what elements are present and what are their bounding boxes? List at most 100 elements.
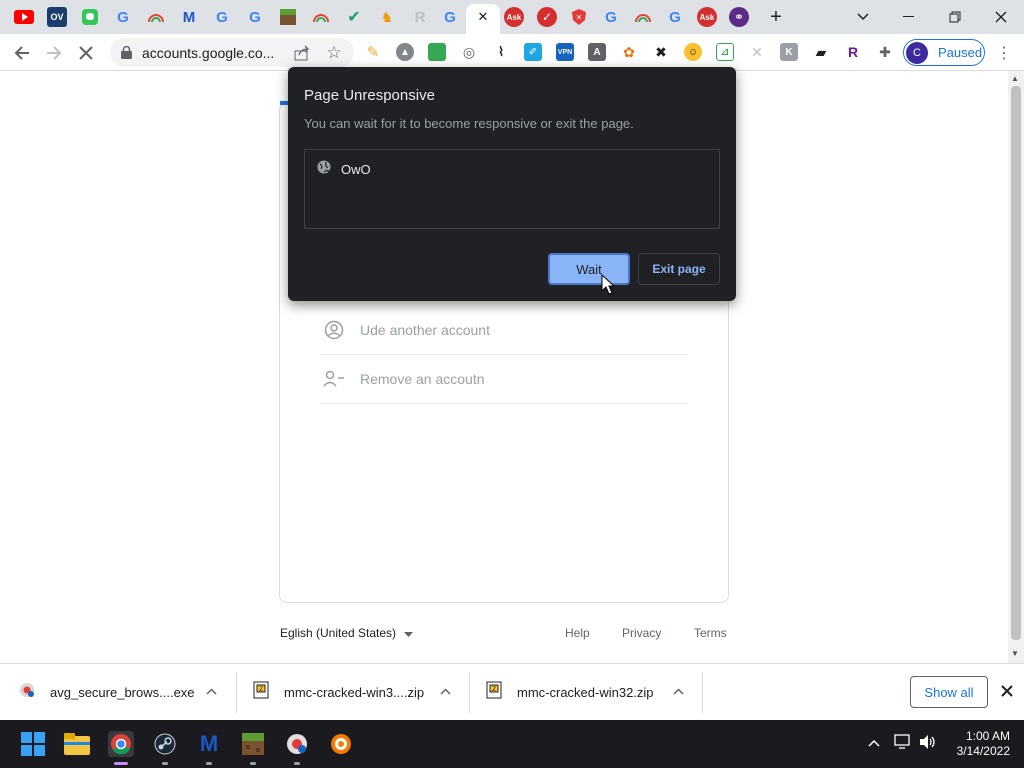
remove-account-row[interactable]: Remove an accoutn bbox=[320, 355, 688, 404]
mouse-cursor-icon bbox=[601, 273, 616, 300]
show-all-button[interactable]: Show all bbox=[910, 676, 988, 708]
help-link[interactable]: Help bbox=[565, 626, 590, 640]
chat-icon[interactable] bbox=[80, 7, 100, 27]
svg-text:Z: Z bbox=[492, 686, 496, 693]
download-item[interactable]: Z mmc-cracked-win3....zip bbox=[252, 664, 470, 721]
ask-icon[interactable]: Ask bbox=[697, 7, 717, 27]
chevron-up-icon[interactable] bbox=[440, 682, 451, 698]
tools-extension-icon[interactable]: ✖ bbox=[652, 43, 670, 61]
google-icon[interactable]: G bbox=[601, 7, 621, 27]
close-icon[interactable]: ✕ bbox=[476, 9, 490, 24]
browser-toolbar: accounts.google.co... ☆ ✎ ▲ ◎ ⌇ ✐ VPN A … bbox=[0, 34, 1024, 71]
close-window-button[interactable] bbox=[978, 0, 1024, 34]
malwarebytes-icon[interactable]: M bbox=[196, 731, 222, 757]
minecraft-block-icon[interactable] bbox=[278, 7, 298, 27]
chrome-active-indicator bbox=[114, 762, 128, 765]
lock-icon[interactable] bbox=[121, 45, 132, 64]
menu-kebab-icon[interactable]: ⋮ bbox=[990, 39, 1018, 67]
clock-date: 3/14/2022 bbox=[956, 744, 1010, 758]
a-letter-extension-icon[interactable]: A bbox=[588, 43, 606, 61]
pencil-extension-icon[interactable]: ✎ bbox=[364, 43, 382, 61]
download-filename: mmc-cracked-win3....zip bbox=[284, 685, 425, 700]
download-item[interactable]: avg_secure_brows....exe bbox=[18, 664, 236, 721]
profile-status: Paused bbox=[938, 45, 983, 60]
download-item[interactable]: Z mmc-cracked-win32.zip bbox=[485, 664, 703, 721]
divider bbox=[469, 672, 470, 713]
ask-icon[interactable]: Ask bbox=[504, 7, 524, 27]
google-icon[interactable]: G bbox=[212, 7, 232, 27]
file-explorer-icon[interactable] bbox=[64, 731, 90, 757]
restore-button[interactable] bbox=[932, 0, 978, 34]
wait-button[interactable]: Wait bbox=[548, 253, 630, 285]
google-icon[interactable]: G bbox=[665, 7, 685, 27]
new-tab-button[interactable]: + bbox=[766, 6, 786, 28]
feather-extension-icon[interactable]: ✐ bbox=[524, 43, 542, 61]
chart-extension-icon[interactable]: ⊿ bbox=[716, 43, 734, 61]
forward-button[interactable] bbox=[40, 39, 68, 67]
rainbow-icon[interactable] bbox=[633, 7, 653, 27]
r-letter-icon[interactable]: R bbox=[410, 7, 430, 27]
cross-extension-icon[interactable]: ✕ bbox=[748, 43, 766, 61]
tab-active[interactable]: ✕ bbox=[466, 4, 500, 34]
exit-page-button[interactable]: Exit page bbox=[638, 253, 720, 285]
close-download-bar-icon[interactable] bbox=[996, 680, 1018, 702]
chevron-up-icon[interactable] bbox=[673, 682, 684, 698]
tab-search-button[interactable] bbox=[840, 0, 886, 34]
scroll-down-icon[interactable]: ▼ bbox=[1011, 649, 1019, 658]
security-app-icon[interactable] bbox=[284, 731, 310, 757]
profile-button[interactable]: C Paused bbox=[903, 39, 985, 66]
use-another-account-row[interactable]: Ude another account bbox=[320, 306, 688, 355]
address-bar[interactable]: accounts.google.co... bbox=[110, 38, 354, 67]
divider bbox=[702, 672, 703, 713]
scroll-up-icon[interactable]: ▲ bbox=[1011, 74, 1019, 83]
triangle-extension-icon[interactable]: ▲ bbox=[396, 43, 414, 61]
green-square-extension-icon[interactable] bbox=[428, 43, 446, 61]
stop-loading-button[interactable] bbox=[72, 39, 100, 67]
volume-icon[interactable] bbox=[919, 734, 937, 753]
language-selector[interactable]: Eglish (United States) bbox=[280, 626, 414, 640]
list-item: OwO bbox=[317, 160, 371, 179]
red-check-icon[interactable]: ✓ bbox=[537, 7, 557, 27]
clock-time: 1:00 AM bbox=[965, 729, 1010, 743]
windows-start-icon[interactable] bbox=[20, 731, 46, 757]
smiley-extension-icon[interactable]: ☺ bbox=[684, 43, 702, 61]
puzzle-k-extension-icon[interactable]: K bbox=[780, 43, 798, 61]
minecraft-icon[interactable] bbox=[240, 731, 266, 757]
chevron-up-icon[interactable] bbox=[206, 682, 217, 698]
remove-account-label: Remove an accoutn bbox=[360, 371, 485, 387]
privacy-link[interactable]: Privacy bbox=[622, 626, 661, 640]
figure-icon[interactable]: ♞ bbox=[377, 7, 397, 27]
checkmark-icon[interactable]: ✔ bbox=[344, 7, 364, 27]
extensions-puzzle-icon[interactable]: ✚ bbox=[876, 43, 894, 61]
show-hidden-icons-chevron-icon[interactable] bbox=[868, 734, 880, 750]
bookmark-star-icon[interactable]: ☆ bbox=[320, 39, 348, 67]
color-wheel-extension-icon[interactable]: ✿ bbox=[620, 43, 638, 61]
security-running-indicator bbox=[294, 762, 300, 765]
google-icon[interactable]: G bbox=[440, 7, 460, 27]
shield-icon[interactable]: ✕ bbox=[569, 7, 589, 27]
rss-extension-icon[interactable]: ⌇ bbox=[492, 43, 510, 61]
google-icon[interactable]: G bbox=[245, 7, 265, 27]
rainbow-icon[interactable] bbox=[146, 7, 166, 27]
r-extension-icon[interactable]: R bbox=[844, 43, 862, 61]
fingerprint-extension-icon[interactable]: ◎ bbox=[460, 43, 478, 61]
google-icon[interactable]: G bbox=[113, 7, 133, 27]
link-icon[interactable]: ⚭ bbox=[729, 7, 749, 27]
chrome-icon[interactable] bbox=[108, 731, 134, 757]
person-remove-icon bbox=[320, 365, 348, 393]
browser-shield-icon[interactable] bbox=[328, 731, 354, 757]
network-icon[interactable] bbox=[894, 734, 912, 753]
share-icon[interactable] bbox=[288, 39, 316, 67]
steam-icon[interactable] bbox=[152, 731, 178, 757]
ov-icon[interactable]: OV bbox=[47, 7, 67, 27]
hat-extension-icon[interactable]: ▰ bbox=[812, 43, 830, 61]
rainbow-icon[interactable] bbox=[311, 7, 331, 27]
scrollbar-thumb[interactable] bbox=[1011, 86, 1021, 640]
youtube-icon[interactable] bbox=[14, 7, 34, 27]
minimize-button[interactable] bbox=[886, 0, 932, 34]
back-button[interactable] bbox=[8, 39, 36, 67]
malwarebytes-icon[interactable]: M bbox=[179, 7, 199, 27]
terms-link[interactable]: Terms bbox=[694, 626, 727, 640]
clock[interactable]: 1:00 AM 3/14/2022 bbox=[944, 729, 1010, 759]
vpn-shield-extension-icon[interactable]: VPN bbox=[556, 43, 574, 61]
